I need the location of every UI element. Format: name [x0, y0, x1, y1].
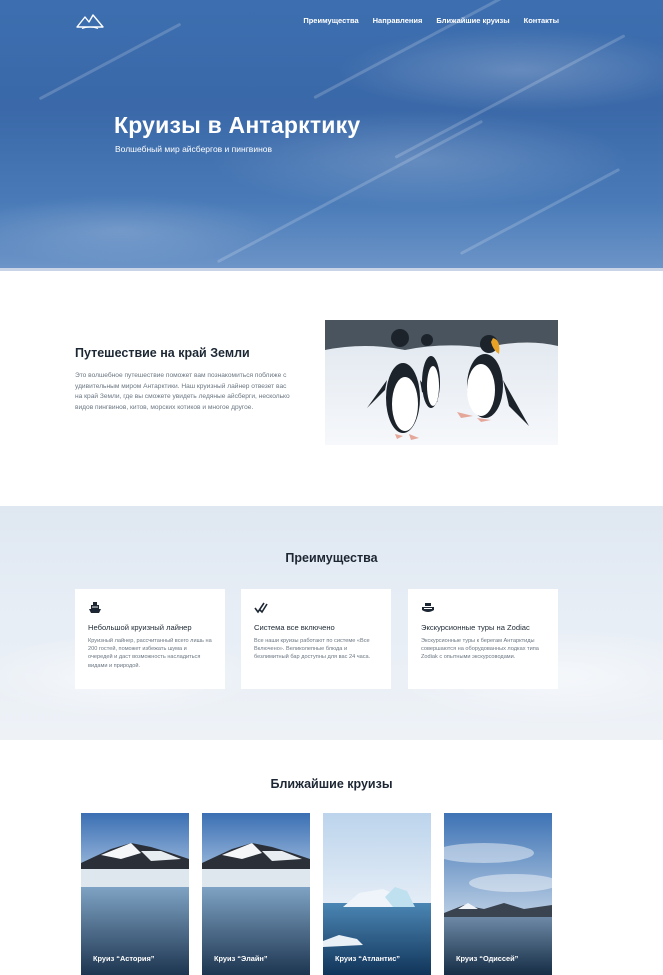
main-nav: Преимущества Направления Ближайшие круиз… [303, 16, 559, 25]
advantage-title: Небольшой круизный лайнер [88, 623, 192, 632]
hero-subtitle: Волшебный мир айсбергов и пингвинов [115, 144, 273, 154]
hero-title: Круизы в Антарктику [114, 112, 361, 138]
nav-link-contacts[interactable]: Контакты [524, 16, 559, 25]
cruise-name: Круиз “Одиссей” [456, 954, 519, 963]
cruise-card-atlantis[interactable]: Круиз “Атлантис” [323, 813, 431, 975]
cruise-card-astoria[interactable]: Круиз “Астория” [81, 813, 189, 975]
advantage-text: Круизный лайнер, рассчитанный всего лишь… [88, 638, 212, 669]
cruise-name: Круиз “Элайн” [214, 954, 268, 963]
ship-icon [89, 602, 101, 613]
boat-icon [422, 603, 434, 612]
advantage-title: Экскурсионные туры на Zodiac [421, 623, 530, 632]
nav-link-advantages[interactable]: Преимущества [303, 16, 358, 25]
cruises-title: Ближайшие круизы [270, 777, 393, 791]
advantage-text: Все наши круизы работают по системе «Все… [254, 638, 371, 661]
cruise-photo [444, 813, 552, 975]
advantage-title: Система все включено [254, 623, 335, 632]
nav-link-destinations[interactable]: Направления [373, 16, 423, 25]
cruise-name: Круиз “Астория” [93, 954, 155, 963]
mountain-logo-icon[interactable] [76, 12, 104, 30]
cruise-photo [323, 813, 431, 975]
advantage-card-liner: Небольшой круизный лайнер Круизный лайне… [75, 589, 225, 689]
cruise-card-odyssey[interactable]: Круиз “Одиссей” [444, 813, 552, 975]
penguins-photo [325, 320, 558, 445]
nav-link-cruises[interactable]: Ближайшие круизы [436, 16, 509, 25]
advantage-text: Экскурсионные туры к берегам Антарктиды … [421, 638, 539, 661]
cruise-photo [202, 813, 310, 975]
double-check-icon [254, 602, 268, 614]
advantage-card-all-inclusive: Система все включено Все наши круизы раб… [241, 589, 391, 689]
advantage-card-zodiac: Экскурсионные туры на Zodiac Экскурсионн… [408, 589, 558, 689]
hero-section: Преимущества Направления Ближайшие круиз… [0, 0, 663, 270]
hero-divider [0, 268, 663, 271]
about-text: Это волшебное путешествие поможет вам по… [75, 372, 290, 411]
cruise-card-elayn[interactable]: Круиз “Элайн” [202, 813, 310, 975]
advantages-title: Преимущества [285, 551, 378, 565]
about-title: Путешествие на край Земли [75, 346, 250, 360]
cruise-name: Круиз “Атлантис” [335, 954, 401, 963]
cruise-photo [81, 813, 189, 975]
